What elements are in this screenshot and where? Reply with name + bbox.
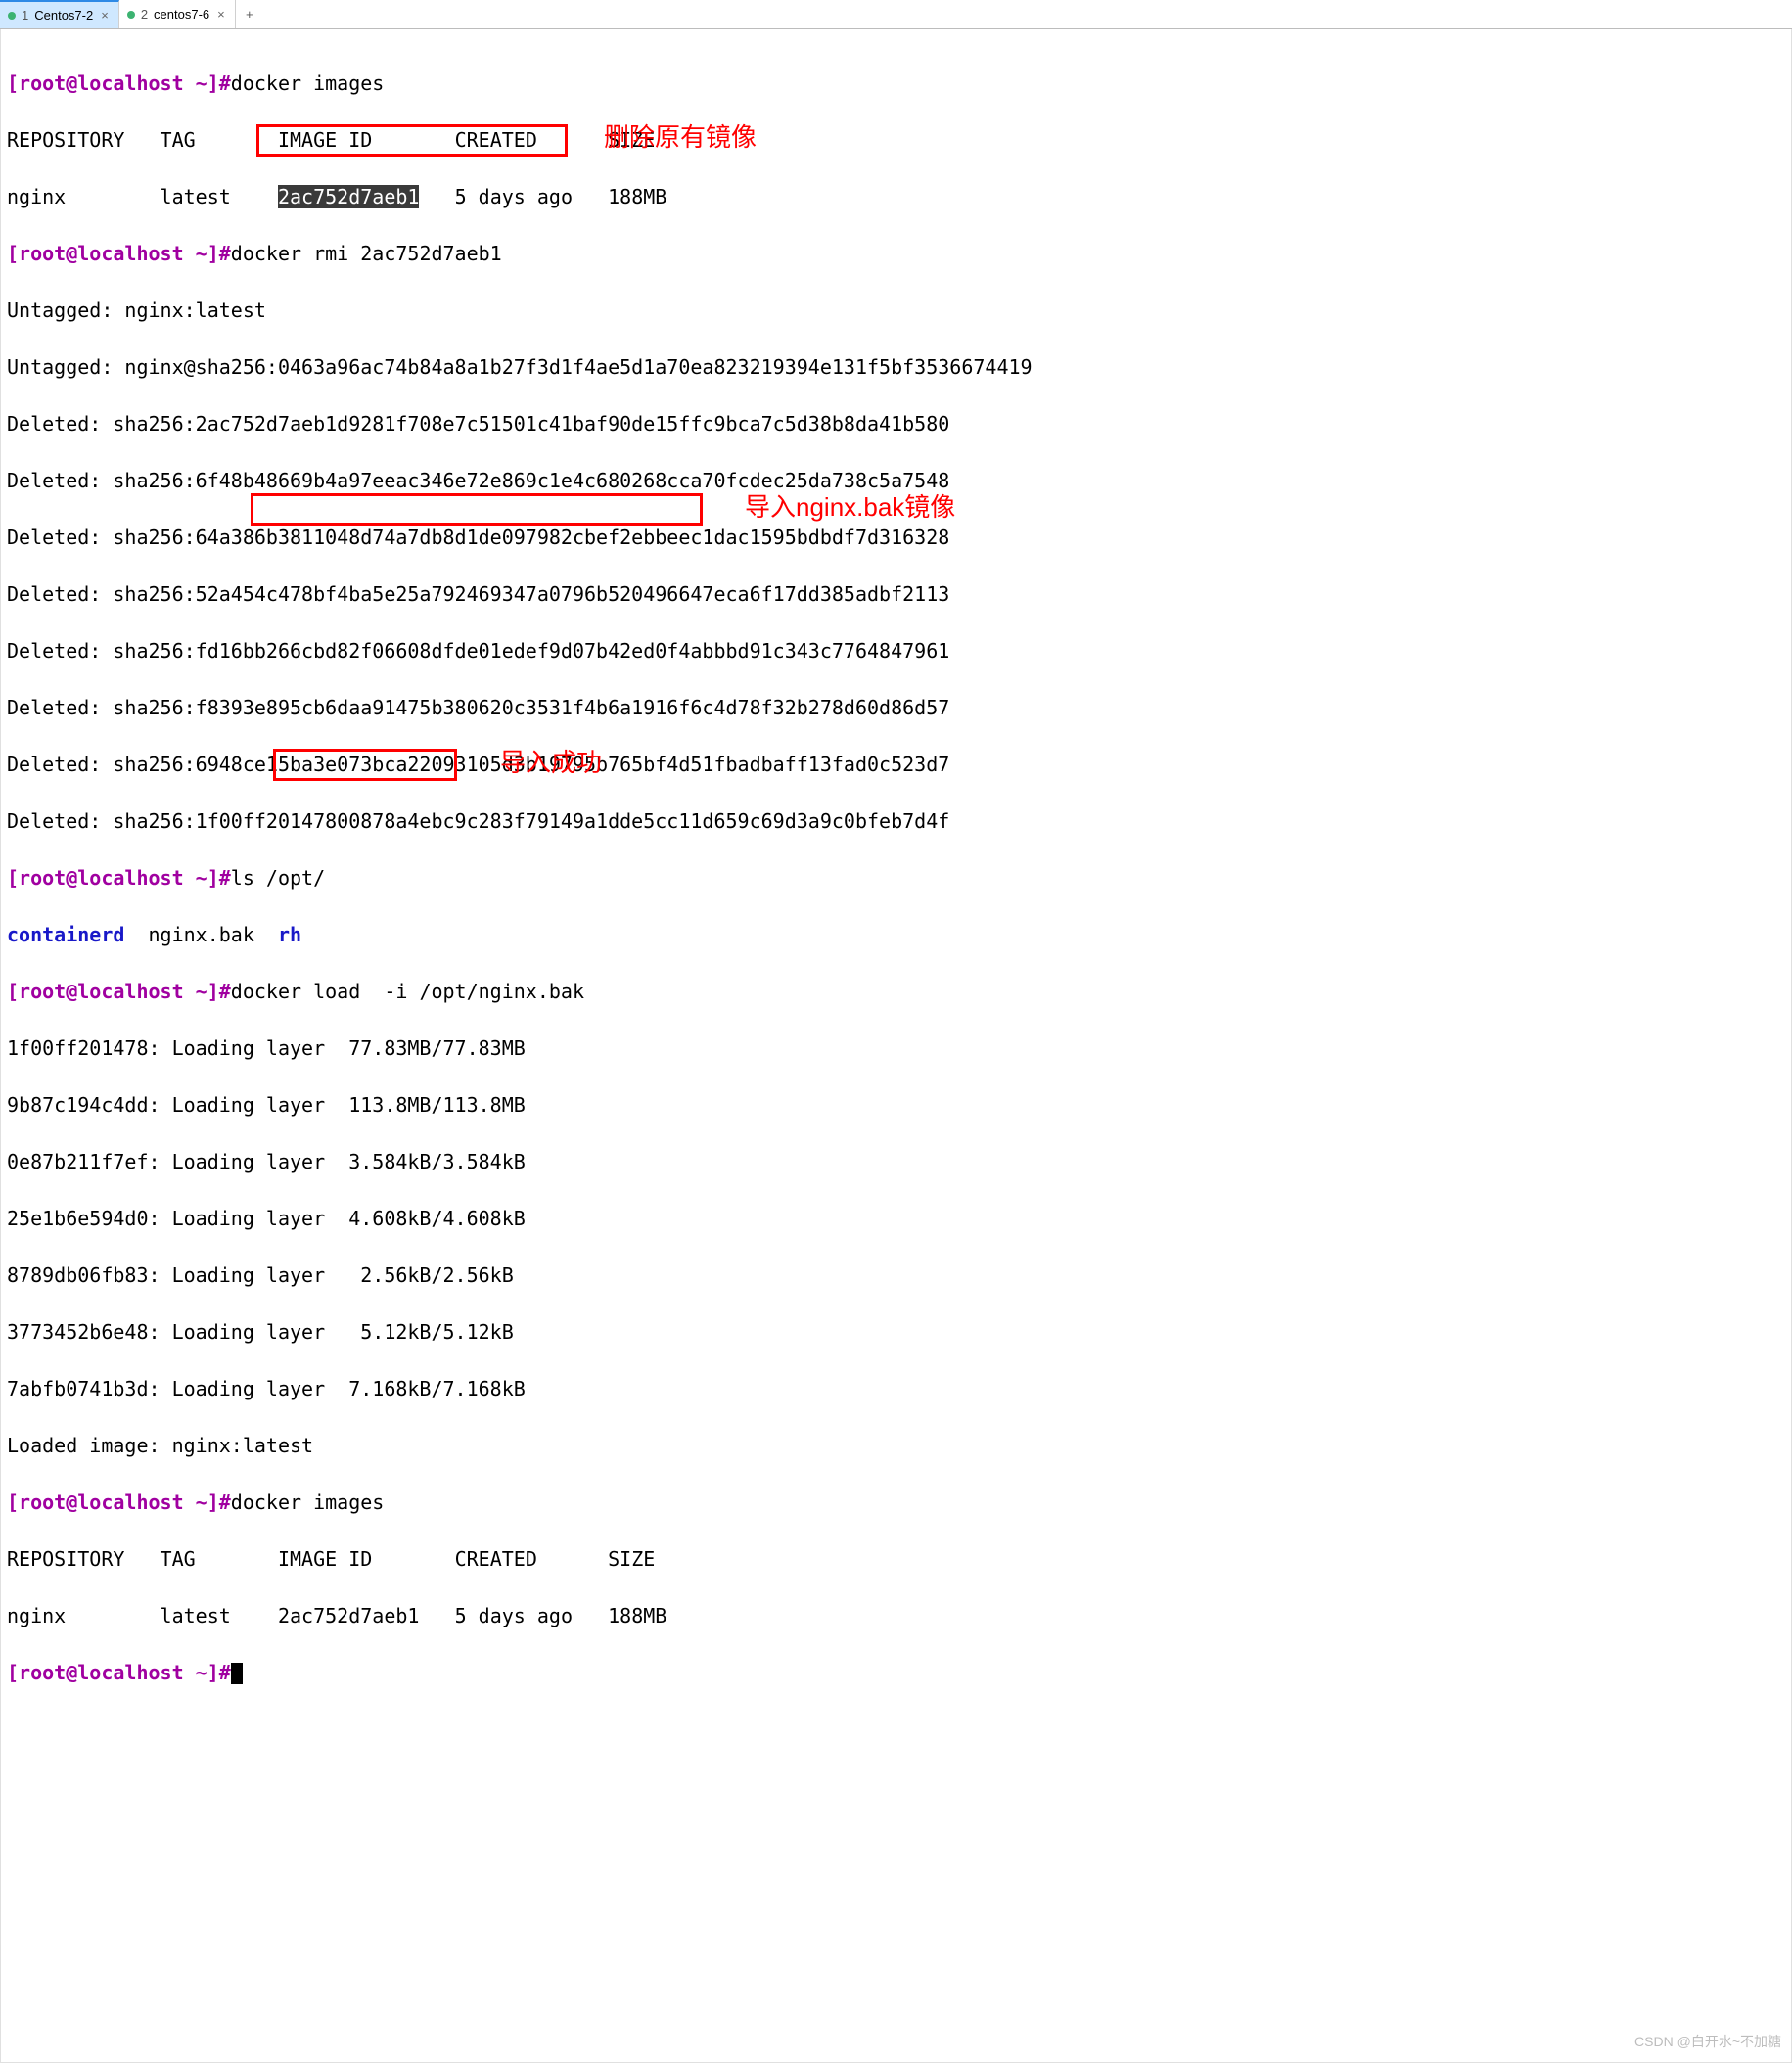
output-line: 25e1b6e594d0: Loading layer 4.608kB/4.60… <box>7 1205 1785 1233</box>
output-line: 7abfb0741b3d: Loading layer 7.168kB/7.16… <box>7 1375 1785 1403</box>
output-line: nginx latest 2ac752d7aeb1 5 days ago 188… <box>7 1602 1785 1630</box>
output-line: Deleted: sha256:64a386b3811048d74a7db8d1… <box>7 524 1785 552</box>
prompt-line: [root@localhost ~]#ls /opt/ <box>7 864 1785 893</box>
output-line: Untagged: nginx@sha256:0463a96ac74b84a8a… <box>7 353 1785 382</box>
add-tab-button[interactable]: + <box>236 1 263 28</box>
command: docker images <box>231 1490 385 1514</box>
output-line: Deleted: sha256:f8393e895cb6daa91475b380… <box>7 694 1785 722</box>
directory: rh <box>278 923 301 946</box>
output-line: 3773452b6e48: Loading layer 5.12kB/5.12k… <box>7 1318 1785 1347</box>
tab-number: 1 <box>22 8 28 23</box>
cursor-icon <box>231 1663 243 1684</box>
command: docker rmi 2ac752d7aeb1 <box>231 242 502 265</box>
output-line: Deleted: sha256:6f48b48669b4a97eeac346e7… <box>7 467 1785 495</box>
prompt: [root@localhost ~]# <box>7 71 231 95</box>
prompt-line: [root@localhost ~]# <box>7 1659 1785 1687</box>
prompt-line: [root@localhost ~]#docker load -i /opt/n… <box>7 978 1785 1006</box>
prompt: [root@localhost ~]# <box>7 242 231 265</box>
annotation-box <box>251 493 703 526</box>
tab-centos7-6[interactable]: 2 centos7-6 × <box>119 0 236 28</box>
output-line: 1f00ff201478: Loading layer 77.83MB/77.8… <box>7 1034 1785 1063</box>
prompt: [root@localhost ~]# <box>7 1490 231 1514</box>
tab-title: Centos7-2 <box>34 8 93 23</box>
highlighted-id: 2ac752d7aeb1 <box>278 185 420 208</box>
tab-bar: 1 Centos7-2 × 2 centos7-6 × + <box>0 0 1792 29</box>
output-line: Deleted: sha256:2ac752d7aeb1d9281f708e7c… <box>7 410 1785 438</box>
output-line: nginx latest 2ac752d7aeb1 5 days ago 188… <box>7 183 1785 211</box>
prompt: [root@localhost ~]# <box>7 980 231 1003</box>
watermark: CSDN @白开水~不加糖 <box>1634 2028 1781 2056</box>
output-line: REPOSITORY TAG IMAGE ID CREATED SIZE <box>7 126 1785 155</box>
command: docker load -i /opt/nginx.bak <box>231 980 584 1003</box>
prompt-line: [root@localhost ~]#docker images <box>7 1489 1785 1517</box>
output-line: 9b87c194c4dd: Loading layer 113.8MB/113.… <box>7 1091 1785 1120</box>
output-line: 8789db06fb83: Loading layer 2.56kB/2.56k… <box>7 1261 1785 1290</box>
command: docker images <box>231 71 385 95</box>
directory: containerd <box>7 923 124 946</box>
annotation-text: 导入nginx.bak镜像 <box>745 493 955 522</box>
tab-centos7-2[interactable]: 1 Centos7-2 × <box>0 0 119 28</box>
output-line: containerd nginx.bak rh <box>7 921 1785 949</box>
prompt: [root@localhost ~]# <box>7 866 231 890</box>
output-line: Deleted: sha256:52a454c478bf4ba5e25a7924… <box>7 580 1785 609</box>
prompt-line: [root@localhost ~]#docker images <box>7 69 1785 98</box>
output-line: Loaded image: nginx:latest <box>7 1432 1785 1460</box>
status-dot-icon <box>8 12 16 20</box>
close-icon[interactable]: × <box>215 7 227 22</box>
prompt: [root@localhost ~]# <box>7 1661 231 1684</box>
output-line: Deleted: sha256:fd16bb266cbd82f06608dfde… <box>7 637 1785 665</box>
terminal[interactable]: [root@localhost ~]#docker images REPOSIT… <box>0 29 1792 2063</box>
prompt-line: [root@localhost ~]#docker rmi 2ac752d7ae… <box>7 240 1785 268</box>
output-line: Deleted: sha256:6948ce15ba3e073bca220931… <box>7 751 1785 779</box>
close-icon[interactable]: × <box>99 8 111 23</box>
command: ls /opt/ <box>231 866 325 890</box>
tab-title: centos7-6 <box>154 7 209 22</box>
output-line: REPOSITORY TAG IMAGE ID CREATED SIZE <box>7 1545 1785 1574</box>
tab-number: 2 <box>141 7 148 22</box>
status-dot-icon <box>127 11 135 19</box>
output-line: 0e87b211f7ef: Loading layer 3.584kB/3.58… <box>7 1148 1785 1176</box>
output-line: Untagged: nginx:latest <box>7 297 1785 325</box>
output-line: Deleted: sha256:1f00ff20147800878a4ebc9c… <box>7 807 1785 836</box>
